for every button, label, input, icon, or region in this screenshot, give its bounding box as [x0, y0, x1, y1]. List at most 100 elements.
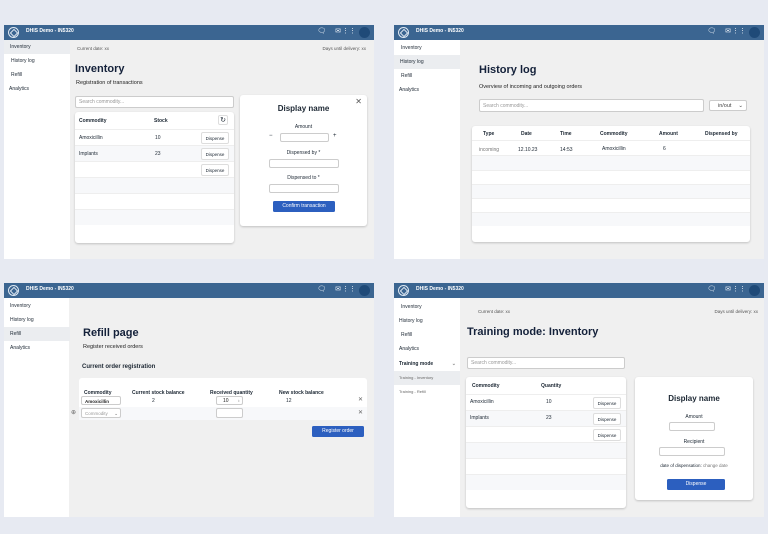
- amount-input[interactable]: [669, 422, 715, 431]
- dispensed-to-label: Dispensed to *: [287, 175, 320, 181]
- add-row-icon[interactable]: ⊕: [71, 409, 76, 416]
- column-header: Type: [483, 131, 495, 137]
- amount-label: Amount: [294, 124, 313, 130]
- dispensed-to-input[interactable]: [269, 184, 339, 193]
- apps-grid-icon[interactable]: ⋮⋮: [732, 286, 746, 294]
- search-input[interactable]: Search commodity...: [75, 96, 234, 108]
- sidebar-item-refill[interactable]: Refill: [4, 327, 70, 341]
- dispense-dialog: Display name Amount Recipient date of di…: [635, 377, 753, 500]
- commodity-cell: Amoxicillin: [79, 135, 103, 141]
- current-date: Current date: xx: [478, 309, 511, 314]
- header-bar: DHIS Demo - IN5320 🗨 ✉ ⋮⋮: [4, 283, 374, 298]
- remove-row-icon[interactable]: ✕: [358, 396, 363, 403]
- sidebar-item-inventory[interactable]: Inventory: [4, 299, 70, 313]
- column-header: Stock: [154, 118, 168, 124]
- sidebar-item-training-refill[interactable]: Training - Refill: [394, 385, 460, 399]
- dispense-button[interactable]: Dispense: [593, 429, 621, 441]
- apps-grid-icon[interactable]: ⋮⋮: [342, 28, 356, 36]
- sidebar-item-refill[interactable]: Refill: [394, 69, 460, 83]
- column-header: Commodity: [79, 118, 107, 124]
- chat-icon[interactable]: 🗨: [317, 286, 326, 294]
- commodity-select[interactable]: Commodity ⌄: [81, 408, 121, 418]
- spin-icon: ⇕: [237, 399, 240, 403]
- sidebar-item-history-log[interactable]: History log: [4, 313, 70, 327]
- avatar[interactable]: [749, 27, 760, 38]
- amount-cell: 6: [663, 146, 666, 152]
- table-row: [75, 177, 234, 193]
- dispense-confirm-button[interactable]: Dispense: [667, 479, 725, 490]
- search-input[interactable]: Search commodity...: [467, 357, 625, 369]
- table-row: Dispense: [466, 426, 626, 442]
- quantity-cell: 23: [546, 415, 552, 421]
- change-date-link[interactable]: change date: [703, 463, 728, 468]
- sidebar-item-analytics[interactable]: Analytics: [394, 83, 460, 97]
- history-table: Type Date Time Commodity Amount Dispense…: [472, 126, 750, 242]
- dispense-button[interactable]: Dispense: [593, 413, 621, 425]
- chat-icon[interactable]: 🗨: [707, 28, 716, 36]
- sidebar-item-inventory[interactable]: Inventory: [394, 300, 460, 314]
- amount-input[interactable]: [280, 133, 329, 142]
- received-quantity-stepper[interactable]: 10 ⇕: [216, 396, 243, 405]
- table-row: Amoxicillin 10 Dispense: [75, 129, 234, 145]
- register-order-button[interactable]: Register order: [312, 426, 364, 437]
- sidebar-item-analytics[interactable]: Analytics: [4, 341, 70, 355]
- filter-value: in/out: [718, 103, 732, 109]
- mail-icon[interactable]: ✉: [725, 28, 731, 36]
- sidebar-item-history-log[interactable]: History log: [394, 55, 460, 69]
- confirm-transaction-button[interactable]: Confirm transaction: [273, 201, 335, 212]
- search-input[interactable]: Search commodity...: [479, 99, 704, 112]
- dhis-logo-icon: [398, 285, 409, 296]
- page-title: Training mode: Inventory: [467, 326, 599, 338]
- decrement-button[interactable]: −: [269, 133, 273, 139]
- sidebar-item-training-inventory[interactable]: Training - Inventory: [394, 371, 460, 385]
- remove-row-icon[interactable]: ✕: [358, 409, 363, 416]
- sidebar: Inventory History log Refill Analytics: [4, 40, 70, 259]
- table-row: [75, 193, 234, 209]
- dispense-button[interactable]: Dispense: [201, 132, 229, 144]
- mail-icon[interactable]: ✉: [725, 286, 731, 294]
- sidebar-item-training-mode[interactable]: Training mode ⌄: [394, 357, 460, 371]
- stock-cell: 23: [155, 151, 161, 157]
- page-title: Inventory: [75, 63, 125, 75]
- header-bar: DHIS Demo - IN5320 🗨 ✉ ⋮⋮: [394, 25, 764, 40]
- refresh-icon[interactable]: ↻: [218, 115, 228, 125]
- dispensed-by-label: Dispensed by *: [286, 150, 321, 156]
- dispense-button[interactable]: Dispense: [201, 148, 229, 160]
- column-header: Dispensed by: [705, 131, 738, 137]
- avatar[interactable]: [749, 285, 760, 296]
- mail-icon[interactable]: ✉: [335, 28, 341, 36]
- order-table: Commodity Current stock balance Received…: [79, 378, 367, 420]
- received-quantity-stepper[interactable]: [216, 408, 243, 418]
- recipient-input[interactable]: [659, 447, 725, 456]
- in-out-filter-select[interactable]: in/out ⌄: [709, 100, 747, 111]
- chevron-down-icon: ⌄: [451, 361, 456, 367]
- sidebar-item-refill[interactable]: Refill: [4, 68, 70, 82]
- mail-icon[interactable]: ✉: [335, 286, 341, 294]
- sidebar-item-inventory[interactable]: Inventory: [394, 41, 460, 55]
- type-cell: incoming: [479, 147, 500, 153]
- sidebar-item-analytics[interactable]: Analytics: [394, 342, 460, 356]
- current-date: Current date: xx: [77, 46, 110, 51]
- chat-icon[interactable]: 🗨: [707, 286, 716, 294]
- apps-grid-icon[interactable]: ⋮⋮: [342, 286, 356, 294]
- sidebar-item-inventory[interactable]: Inventory: [4, 40, 70, 54]
- sidebar-item-history-log[interactable]: History log: [394, 314, 460, 328]
- sidebar-item-analytics[interactable]: Analytics: [4, 82, 70, 96]
- dialog-title: Display name: [668, 394, 720, 403]
- date-of-dispensation-label: date of dispensation:: [660, 463, 702, 468]
- apps-grid-icon[interactable]: ⋮⋮: [732, 28, 746, 36]
- avatar[interactable]: [359, 27, 370, 38]
- column-header: Commodity: [472, 383, 500, 389]
- commodity-input[interactable]: Amoxicillin: [81, 396, 121, 405]
- dispense-button[interactable]: Dispense: [201, 164, 229, 176]
- table-row: Commodity ⌄ ✕: [79, 407, 367, 420]
- dispense-button[interactable]: Dispense: [593, 397, 621, 409]
- dispensed-by-input[interactable]: [269, 159, 339, 168]
- increment-button[interactable]: +: [333, 133, 337, 139]
- chat-icon[interactable]: 🗨: [317, 28, 326, 36]
- avatar[interactable]: [359, 285, 370, 296]
- page-subtitle: Register received orders: [83, 344, 143, 350]
- inventory-table: Commodity Stock ↻ Amoxicillin 10 Dispens…: [75, 112, 234, 243]
- sidebar-item-refill[interactable]: Refill: [394, 328, 460, 342]
- sidebar-item-history-log[interactable]: History log: [4, 54, 70, 68]
